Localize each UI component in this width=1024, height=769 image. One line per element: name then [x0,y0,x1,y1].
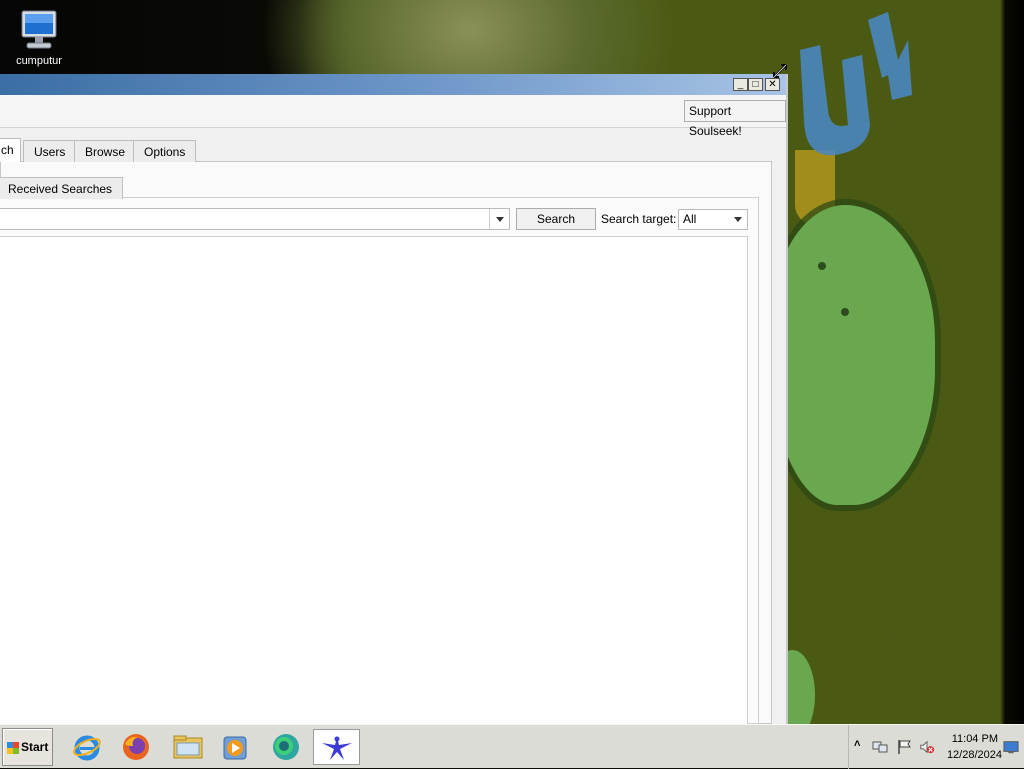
media-player-icon [223,736,247,760]
start-button[interactable]: Start [2,728,53,766]
action-center-flag-icon[interactable] [897,739,913,755]
close-icon: ✕ [768,79,777,90]
resize-cursor-icon [773,64,787,78]
desktop-icon-computer[interactable]: cumputur [6,8,72,67]
show-hidden-icons-icon[interactable]: ˄ [854,738,870,754]
window-toolbar: Support Soulseek! [0,95,786,138]
taskbar-firefox[interactable] [117,729,155,765]
taskbar-file-explorer[interactable] [168,729,206,765]
tab-received-searches[interactable]: Received Searches [0,177,124,199]
search-button[interactable]: Search [516,208,596,230]
network-icon[interactable] [872,739,888,755]
tab-browse[interactable]: Browse [74,140,137,162]
taskbar-internet-explorer[interactable] [68,729,106,765]
wallpaper-shape [770,205,935,505]
taskbar-soulseek[interactable] [313,729,360,765]
maximize-button[interactable]: □ [748,78,763,91]
search-input[interactable] [0,209,493,229]
search-history-dropdown-button[interactable] [489,209,509,229]
volume-muted-icon[interactable] [919,739,935,755]
show-desktop-icon[interactable] [1003,739,1019,755]
minimize-button[interactable]: _ [733,78,748,91]
window-title-bar[interactable]: _ □ ✕ [0,74,786,95]
search-target-label: Search target: [601,212,677,226]
search-results-area[interactable] [0,236,748,724]
wallpaper-shape [841,308,849,316]
firefox-icon [123,734,149,760]
internet-explorer-icon [73,735,101,761]
computer-icon [21,10,57,49]
taskbar-media-player[interactable] [216,729,254,765]
clock-time[interactable]: 11:04 PM [948,733,998,745]
clock-date[interactable]: 12/28/2024 [940,749,1002,761]
search-combobox[interactable] [0,208,510,230]
search-target-value: All [683,212,697,226]
support-soulseek-button[interactable]: Support Soulseek! [684,100,786,138]
tab-search[interactable]: ch [0,138,21,162]
minimize-icon: _ [737,79,744,90]
taskbar: Start ˄ 11:04 PM 12/28/2024 [0,724,1024,769]
maximize-icon: □ [752,79,759,90]
tab-options[interactable]: Options [133,140,197,162]
soulseek-icon [322,736,352,760]
search-target-select[interactable]: All [678,209,748,230]
taskbar-chat-app[interactable] [267,729,305,765]
tab-users[interactable]: Users [23,140,77,162]
file-explorer-icon [173,735,203,759]
start-label: Start [21,740,49,754]
chat-app-icon [273,734,299,760]
desktop-icon-label: cumputur [16,55,62,67]
soulseek-window: _ □ ✕ Support Soulseek! ch Users Browse … [0,64,788,724]
chevron-down-icon [734,217,742,222]
wallpaper-shape [818,262,826,270]
windows-logo-icon [7,741,19,754]
wallpaper-letters [800,12,912,156]
chevron-down-icon [496,217,504,222]
